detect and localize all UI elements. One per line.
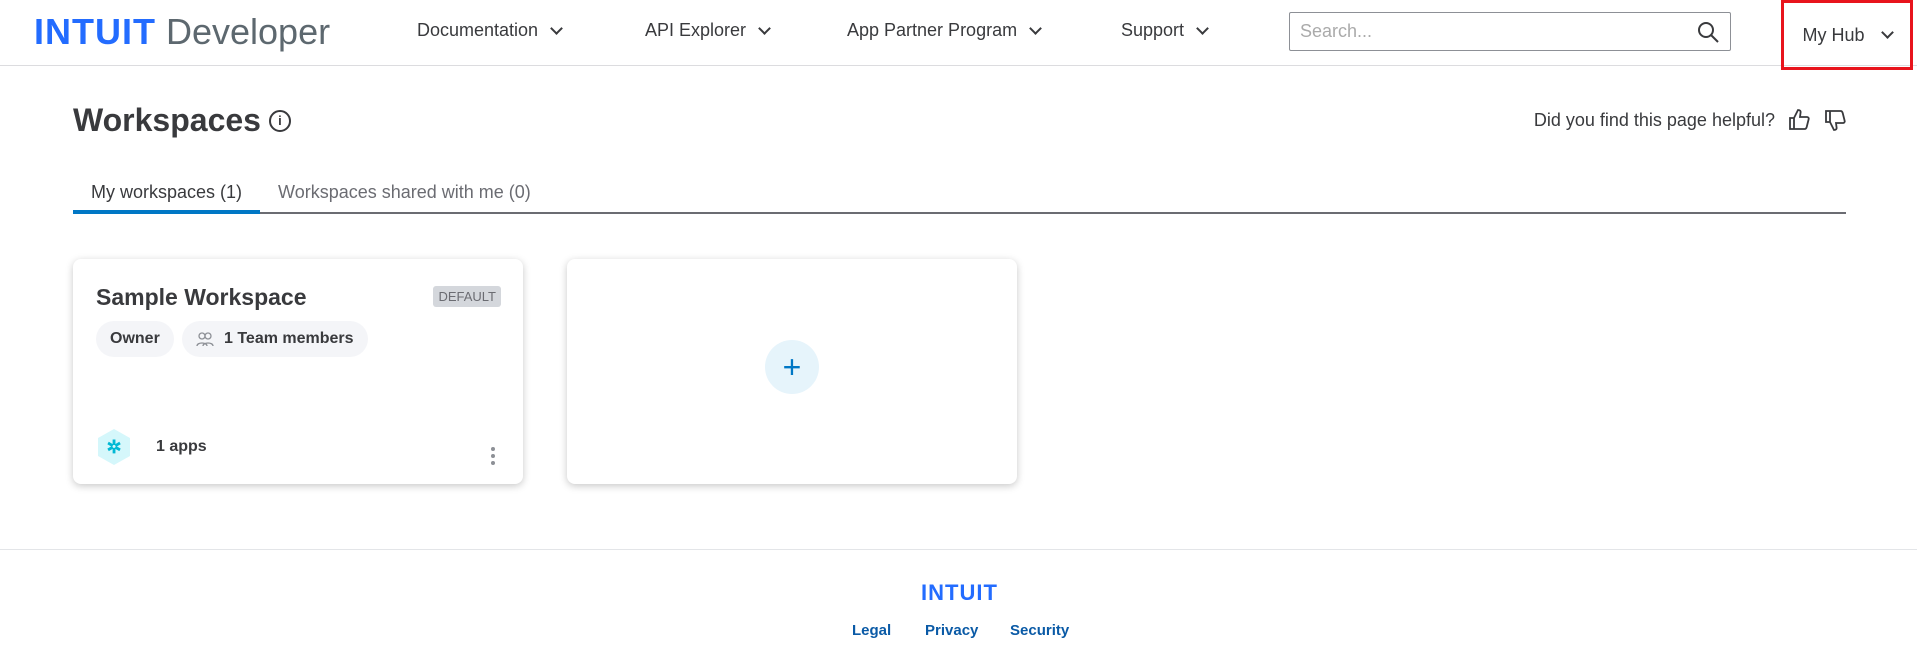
logo-brand: INTUIT — [34, 11, 156, 52]
page-title: Workspaces i — [73, 102, 291, 139]
role-label: Owner — [110, 330, 160, 347]
tab-shared-workspaces[interactable]: Workspaces shared with me (0) — [260, 178, 549, 214]
team-members-pill[interactable]: 1 Team members — [182, 321, 368, 357]
apps-count: ✲ 1 apps — [98, 429, 207, 465]
nav-label: Support — [1121, 20, 1185, 40]
footer-link-security[interactable]: Security — [1010, 622, 1069, 639]
chevron-down-icon — [758, 21, 771, 35]
members-label: 1 Team members — [224, 330, 354, 347]
top-nav: INTUIT Developer Documentation API Explo… — [0, 0, 1917, 70]
search-input[interactable] — [1300, 21, 1696, 42]
add-workspace-card[interactable]: + — [567, 259, 1017, 484]
footer-link-legal[interactable]: Legal — [852, 622, 891, 639]
plus-icon[interactable]: + — [765, 340, 819, 394]
workspace-name: Sample Workspace — [96, 284, 307, 310]
role-pill: Owner — [96, 321, 174, 357]
nav-api-explorer[interactable]: API Explorer — [645, 20, 771, 41]
apps-label: 1 apps — [156, 438, 207, 455]
thumbs-down-icon[interactable] — [1823, 108, 1847, 132]
search-icon[interactable] — [1696, 20, 1720, 44]
info-icon[interactable]: i — [268, 109, 291, 132]
nav-label: App Partner Program — [847, 20, 1018, 40]
my-hub-label: My Hub — [1802, 24, 1865, 45]
feedback: Did you find this page helpful? — [1534, 108, 1847, 132]
intuit-developer-logo[interactable]: INTUIT Developer — [34, 12, 330, 52]
default-badge: DEFAULT — [433, 286, 501, 307]
footer-intuit-logo: INTUIT — [921, 580, 998, 605]
nav-documentation[interactable]: Documentation — [417, 20, 563, 41]
app-hex-icon: ✲ — [98, 429, 130, 465]
chevron-down-icon — [550, 21, 563, 35]
footer-divider — [0, 549, 1917, 550]
nav-label: API Explorer — [645, 20, 747, 40]
nav-label: Documentation — [417, 20, 539, 40]
page-title-text: Workspaces — [73, 102, 261, 138]
logo-product: Developer — [166, 11, 331, 52]
my-hub-menu[interactable]: My Hub — [1781, 0, 1913, 70]
team-icon — [196, 332, 214, 347]
more-options-icon[interactable] — [491, 447, 495, 465]
feedback-prompt: Did you find this page helpful? — [1533, 109, 1775, 130]
tab-my-workspaces[interactable]: My workspaces (1) — [73, 178, 261, 214]
chevron-down-icon — [1029, 21, 1042, 35]
footer-link-privacy[interactable]: Privacy — [925, 622, 978, 639]
nav-app-partner-program[interactable]: App Partner Program — [847, 20, 1042, 41]
chevron-down-icon — [1196, 21, 1209, 35]
workspace-tabs: My workspaces (1) Workspaces shared with… — [73, 178, 1846, 214]
search-box — [1289, 12, 1731, 51]
chevron-down-icon — [1880, 26, 1894, 39]
nav-support[interactable]: Support — [1121, 20, 1209, 41]
thumbs-up-icon[interactable] — [1787, 108, 1811, 132]
workspace-card[interactable]: Sample Workspace DEFAULT Owner 1 Team me… — [73, 259, 523, 484]
